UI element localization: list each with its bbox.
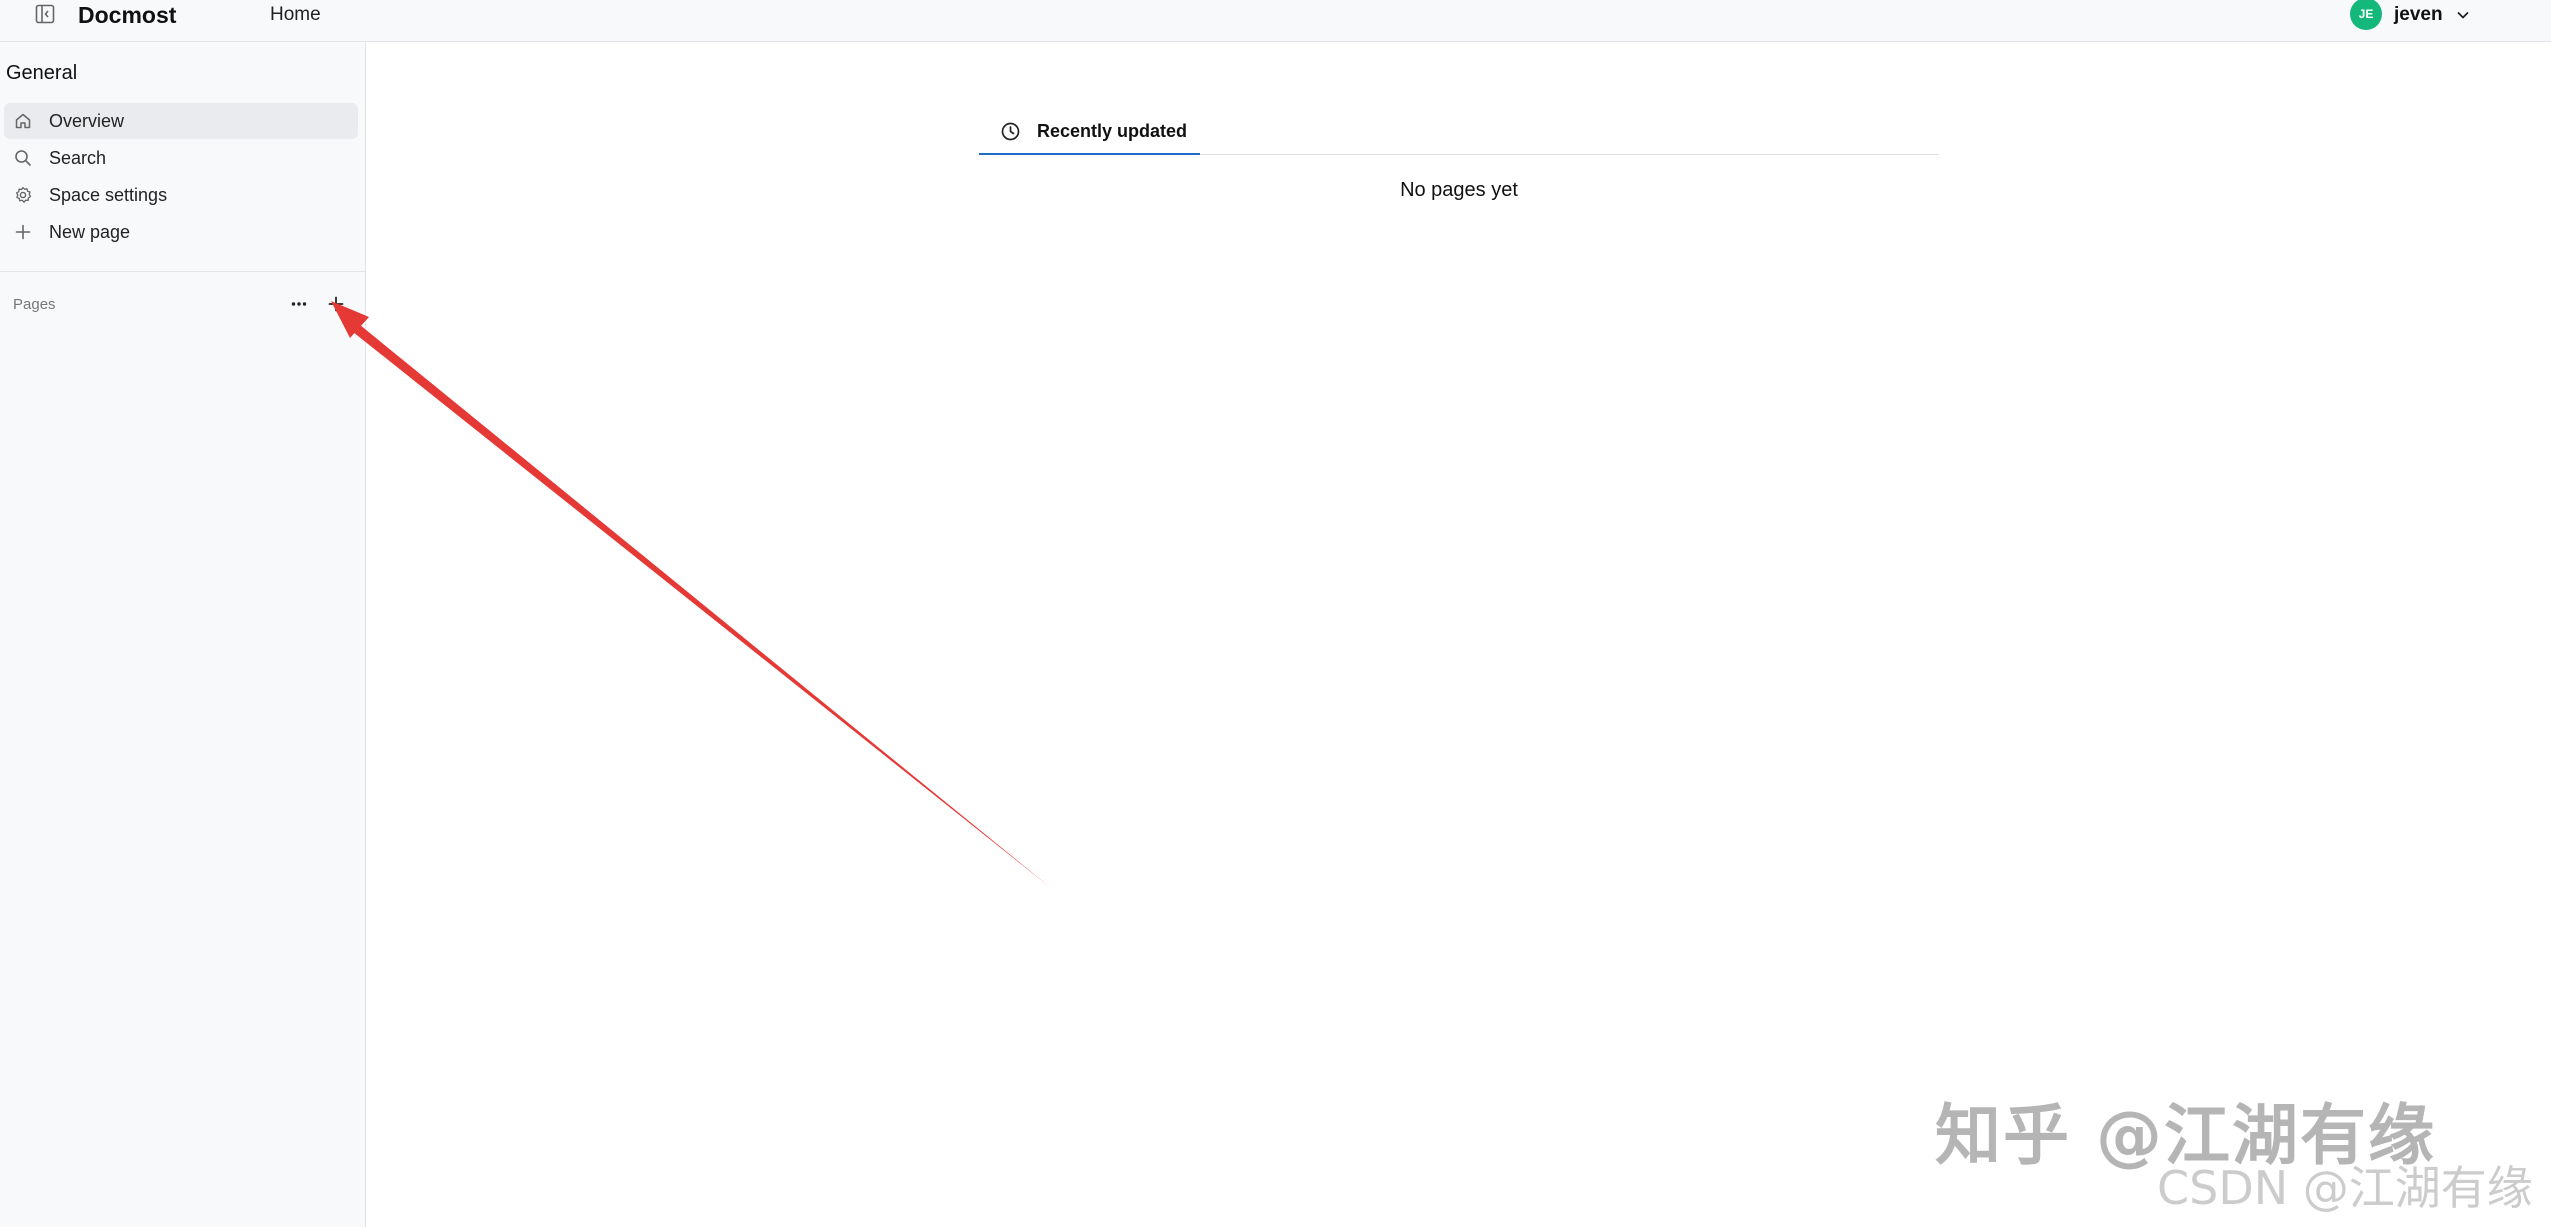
space-title: General <box>6 62 78 84</box>
sidebar-item-new-page[interactable]: New page <box>4 214 358 250</box>
top-header: Docmost Home JE jeven <box>0 0 2551 42</box>
tab-bar: Recently updated <box>979 109 1939 155</box>
pages-more-button[interactable] <box>288 293 310 315</box>
watermark-csdn: CSDN @江湖有缘 <box>2157 1161 2533 1215</box>
sidebar-item-search[interactable]: Search <box>4 140 358 176</box>
plus-icon <box>328 296 344 312</box>
sidebar-toggle-icon[interactable] <box>34 3 56 25</box>
home-link[interactable]: Home <box>270 0 321 29</box>
plus-icon <box>15 224 31 240</box>
avatar: JE <box>2350 0 2382 30</box>
sidebar-item-label: Overview <box>49 110 125 131</box>
chevron-down-icon <box>2457 12 2468 19</box>
dots-horizontal-icon <box>291 302 307 306</box>
sidebar-item-label: Search <box>49 147 107 168</box>
sidebar-item-overview[interactable]: Overview <box>4 103 358 139</box>
gear-icon <box>15 186 32 203</box>
user-name: jeven <box>2394 4 2443 25</box>
empty-state-text: No pages yet <box>1400 179 1518 201</box>
sidebar-item-space-settings[interactable]: Space settings <box>4 177 358 213</box>
tab-recently-updated[interactable]: Recently updated <box>979 109 1200 155</box>
tab-label: Recently updated <box>1037 120 1188 141</box>
sidebar-item-label: New page <box>49 221 131 242</box>
user-menu[interactable]: JE jeven <box>2350 0 2471 30</box>
annotation-arrow-shaft <box>343 316 1051 888</box>
app-title[interactable]: Docmost <box>78 0 176 30</box>
sidebar: General Overview Search Space settings N… <box>0 42 366 1227</box>
pages-add-button[interactable] <box>325 293 347 315</box>
pages-section-label: Pages <box>13 296 56 313</box>
sidebar-divider <box>0 271 365 272</box>
search-icon <box>15 150 31 166</box>
home-icon <box>15 113 31 129</box>
sidebar-item-label: Space settings <box>49 184 168 205</box>
clock-icon <box>1001 122 1020 140</box>
